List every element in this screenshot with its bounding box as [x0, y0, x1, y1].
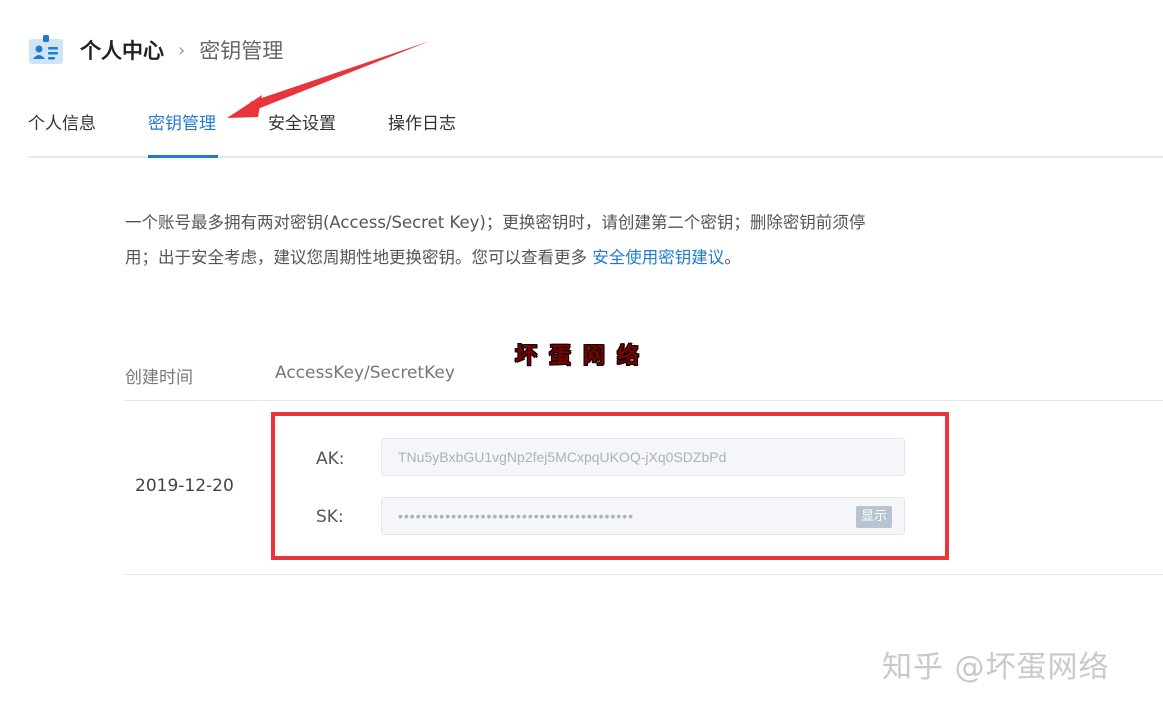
description-text: 用；出于安全考虑，建议您周期性地更换密钥。您可以查看更多: [125, 248, 593, 267]
table-divider-top: [125, 400, 1163, 401]
tab-bar: 个人信息 密钥管理 安全设置 操作日志: [28, 110, 1163, 158]
description-line-2: 用；出于安全考虑，建议您周期性地更换密钥。您可以查看更多 安全使用密钥建议。: [125, 240, 925, 275]
tab-operation-log[interactable]: 操作日志: [388, 110, 456, 154]
breadcrumb-root[interactable]: 个人中心: [80, 35, 164, 65]
breadcrumb-current: 密钥管理: [199, 39, 284, 63]
annotation-highlight-box: [271, 412, 949, 560]
tab-security-settings[interactable]: 安全设置: [268, 110, 336, 154]
page-header: 个人中心 › 密钥管理: [28, 33, 283, 67]
description-period: 。: [724, 248, 741, 267]
watermark-corner: 知乎 @坏蛋网络: [882, 650, 1110, 685]
tab-key-management[interactable]: 密钥管理: [148, 110, 216, 154]
key-description: 一个账号最多拥有两对密钥(Access/Secret Key)；更换密钥时，请创…: [125, 205, 925, 275]
created-date: 2019-12-20: [135, 476, 234, 496]
security-advice-link[interactable]: 安全使用密钥建议: [592, 248, 724, 267]
active-tab-indicator: [148, 155, 218, 158]
watermark-overlay: 坏蛋网络: [515, 344, 652, 369]
table-divider-bottom: [125, 574, 1163, 575]
description-line-1: 一个账号最多拥有两对密钥(Access/Secret Key)；更换密钥时，请创…: [125, 213, 866, 232]
breadcrumb-separator: ›: [178, 39, 186, 61]
column-header-created-time: 创建时间: [125, 368, 193, 388]
tab-personal-info[interactable]: 个人信息: [28, 110, 96, 154]
contact-card-icon: [28, 35, 64, 65]
column-header-access-secret-key: AccessKey/SecretKey: [275, 363, 455, 383]
